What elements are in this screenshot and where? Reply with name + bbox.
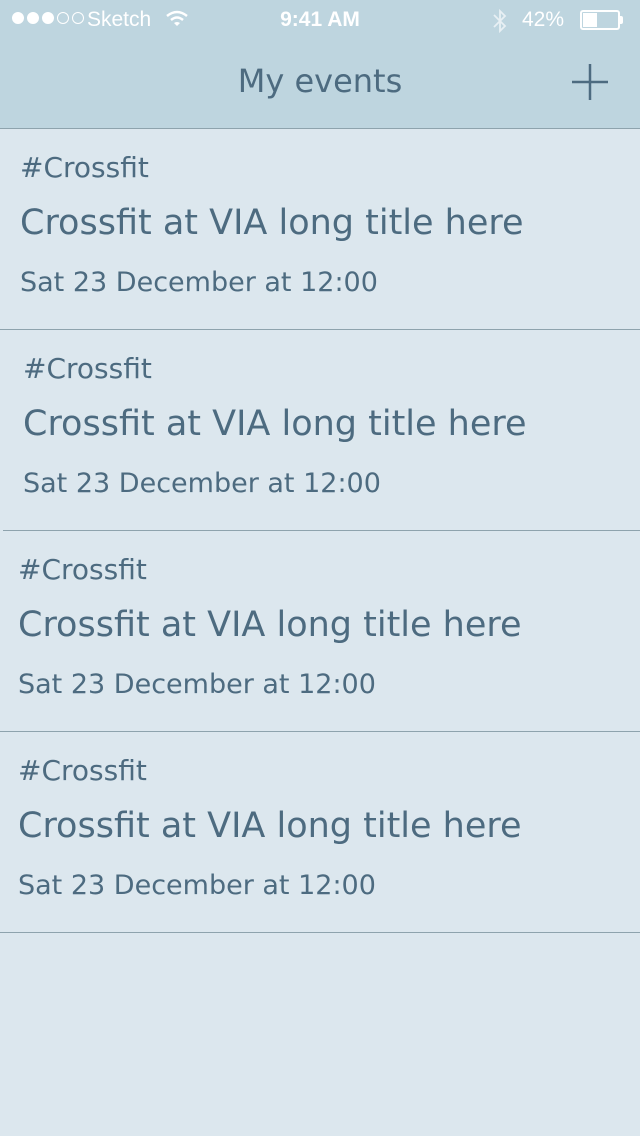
event-title: Crossfit at VIA long title here <box>18 605 522 645</box>
event-item[interactable]: #Crossfit Crossfit at VIA long title her… <box>0 129 640 330</box>
event-title: Crossfit at VIA long title here <box>23 404 527 444</box>
event-tag: #Crossfit <box>18 754 147 787</box>
event-tag: #Crossfit <box>20 151 149 184</box>
event-date: Sat 23 December at 12:00 <box>23 468 381 499</box>
bluetooth-icon <box>493 8 507 34</box>
event-date: Sat 23 December at 12:00 <box>18 669 376 700</box>
event-item[interactable]: #Crossfit Crossfit at VIA long title her… <box>0 531 640 732</box>
event-item[interactable]: #Crossfit Crossfit at VIA long title her… <box>0 732 640 933</box>
status-bar: Sketch 9:41 AM 42% <box>0 0 640 40</box>
event-list: #Crossfit Crossfit at VIA long title her… <box>0 129 640 933</box>
plus-icon <box>572 64 608 100</box>
event-tag: #Crossfit <box>18 553 147 586</box>
event-date: Sat 23 December at 12:00 <box>18 870 376 901</box>
add-event-button[interactable] <box>568 60 612 104</box>
nav-header: Sketch 9:41 AM 42% My events <box>0 0 640 129</box>
event-title: Crossfit at VIA long title here <box>18 806 522 846</box>
battery-icon <box>580 10 624 30</box>
event-item[interactable]: #Crossfit Crossfit at VIA long title her… <box>3 330 640 531</box>
page-title: My events <box>237 62 403 100</box>
event-date: Sat 23 December at 12:00 <box>20 267 378 298</box>
battery-percent: 42% <box>522 8 565 31</box>
event-tag: #Crossfit <box>23 352 152 385</box>
event-title: Crossfit at VIA long title here <box>20 203 524 243</box>
